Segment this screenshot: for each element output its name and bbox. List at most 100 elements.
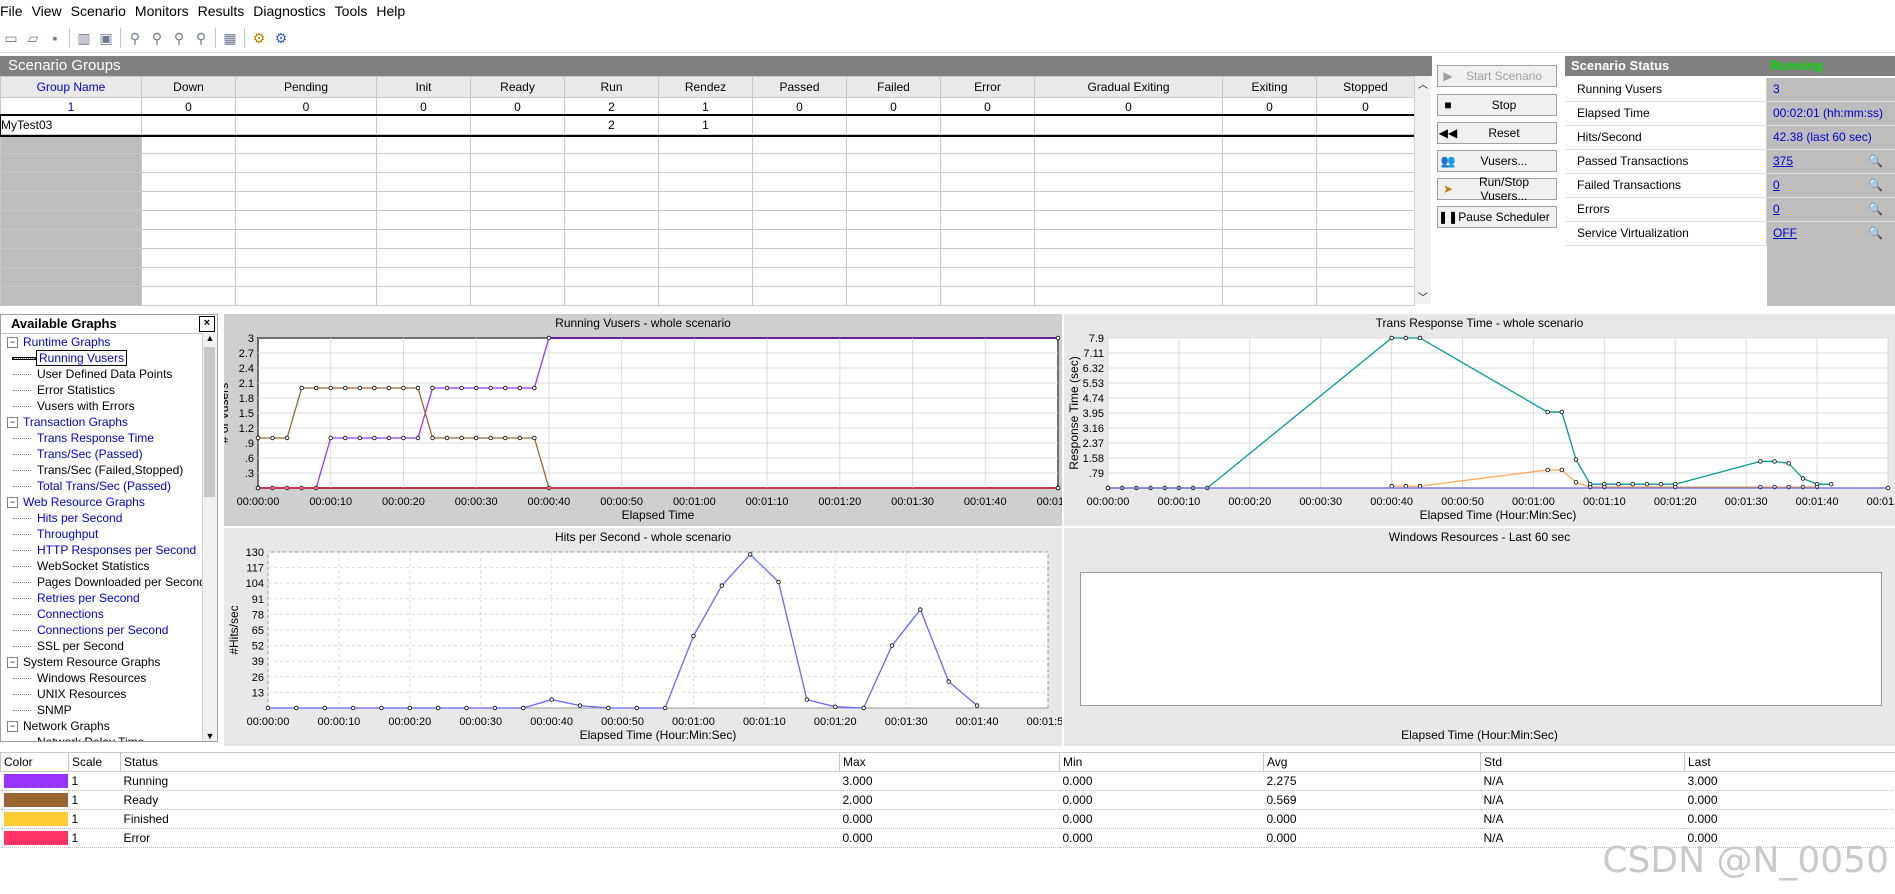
data-point[interactable] (1403, 335, 1409, 341)
data-point[interactable] (549, 697, 554, 702)
data-point[interactable] (776, 579, 781, 585)
scroll-up-icon[interactable]: ▲ (203, 333, 217, 343)
graph-tree-scrollbar[interactable]: ▲ ▼ (202, 333, 217, 741)
data-point[interactable] (1885, 485, 1891, 491)
tree-category[interactable]: − Transaction Graphs (1, 414, 217, 430)
data-point[interactable] (488, 385, 493, 391)
data-point[interactable] (328, 435, 333, 441)
legend-row[interactable]: 1 Finished 0.000 0.000 0.000 N/A 0.000 (0, 809, 1895, 829)
col-error[interactable]: Error (940, 76, 1035, 98)
menu-diagnostics[interactable]: Diagnostics (251, 0, 332, 22)
scenario-groups-scrollbar[interactable]: ︿ ﹀ (1414, 76, 1431, 304)
data-point[interactable] (322, 705, 327, 711)
data-point[interactable] (918, 607, 923, 612)
data-point[interactable] (804, 697, 810, 702)
data-point[interactable] (1644, 482, 1650, 487)
tree-leaf-item[interactable]: Vusers with Errors (1, 398, 217, 414)
magnifier-icon[interactable]: 🔍 (1868, 174, 1883, 197)
group-name-cell[interactable]: MyTest03 (0, 115, 142, 135)
legend-col-last[interactable]: Last (1684, 752, 1895, 772)
legend-col-status[interactable]: Status (120, 752, 840, 772)
data-point[interactable] (1829, 482, 1834, 487)
tree-category[interactable]: − Runtime Graphs (1, 334, 217, 350)
collapse-icon[interactable]: − (7, 497, 18, 509)
col-stopped[interactable]: Stopped (1316, 76, 1415, 98)
run-stop-vusers-button[interactable]: ➤ Run/Stop Vusers... (1437, 175, 1557, 203)
data-point[interactable] (270, 435, 275, 441)
data-point[interactable] (459, 385, 464, 391)
data-point[interactable] (532, 385, 537, 391)
start-scenario-button[interactable]: ▶ Start Scenario (1437, 65, 1557, 87)
errors-link[interactable]: 0 (1773, 202, 1780, 216)
data-point[interactable] (372, 435, 377, 441)
data-point[interactable] (833, 704, 838, 709)
run-vuser4-icon[interactable]: ⚲ (190, 27, 212, 49)
menu-help[interactable]: Help (374, 0, 412, 22)
legend-col-scale[interactable]: Scale (68, 752, 121, 772)
data-point[interactable] (473, 385, 479, 391)
data-point[interactable] (1800, 476, 1806, 481)
data-point[interactable] (1573, 457, 1579, 462)
data-point[interactable] (488, 435, 493, 441)
magnifier-icon[interactable]: 🔍 (1868, 150, 1883, 173)
design-icon[interactable]: ▥ (73, 27, 95, 49)
legend-col-color[interactable]: Color (0, 752, 69, 772)
data-point[interactable] (606, 705, 611, 711)
data-point[interactable] (634, 705, 639, 711)
data-point[interactable] (517, 435, 523, 441)
data-point[interactable] (546, 335, 552, 341)
data-point[interactable] (503, 435, 508, 441)
scroll-down-icon[interactable]: ▼ (203, 731, 217, 741)
color-swatch[interactable] (3, 793, 68, 807)
tree-leaf-item[interactable]: SSL per Second (1, 638, 217, 654)
data-point[interactable] (1545, 409, 1550, 415)
col-pending[interactable]: Pending (235, 76, 377, 98)
data-point[interactable] (1573, 480, 1579, 485)
vusers-button[interactable]: 👥 Vusers... (1437, 150, 1557, 172)
menu-results[interactable]: Results (196, 0, 252, 22)
tree-leaf-item[interactable]: Error Statistics (1, 382, 217, 398)
run-vuser2-icon[interactable]: ⚲ (146, 27, 168, 49)
data-point[interactable] (444, 385, 450, 391)
data-point[interactable] (861, 705, 866, 711)
tree-leaf-item[interactable]: Total Trans/Sec (Passed) (1, 478, 217, 494)
data-point[interactable] (357, 435, 363, 441)
data-point[interactable] (1055, 485, 1061, 491)
tree-category[interactable]: − Network Graphs (1, 718, 217, 734)
data-point[interactable] (521, 705, 526, 711)
data-point[interactable] (294, 705, 299, 711)
data-point[interactable] (1616, 482, 1621, 487)
pause-scheduler-button[interactable]: ❚❚ Pause Scheduler (1437, 206, 1557, 228)
legend-row[interactable]: 1 Ready 2.000 0.000 0.569 N/A 0.000 (0, 790, 1895, 810)
color-swatch[interactable] (3, 812, 68, 826)
tree-leaf-item[interactable]: Connections per Second (1, 622, 217, 638)
tree-leaf-item[interactable]: WebSocket Statistics (1, 558, 217, 574)
tree-category[interactable]: − System Resource Graphs (1, 654, 217, 670)
data-point[interactable] (1417, 335, 1423, 341)
magnifier-icon[interactable]: 🔍 (1868, 198, 1883, 221)
data-point[interactable] (299, 385, 304, 391)
menu-monitors[interactable]: Monitors (133, 0, 196, 22)
data-point[interactable] (1559, 409, 1565, 415)
collapse-icon[interactable]: − (7, 337, 18, 349)
tree-leaf-item[interactable]: Connections (1, 606, 217, 622)
tree-leaf-item[interactable]: Running Vusers (1, 350, 217, 366)
passed-transactions-link[interactable]: 375 (1773, 154, 1793, 168)
tree-leaf-item[interactable]: Pages Downloaded per Second (1, 574, 217, 590)
data-point[interactable] (1630, 482, 1635, 487)
col-group-name[interactable]: Group Name (0, 76, 142, 98)
menu-view[interactable]: View (30, 0, 69, 22)
collapse-icon[interactable]: − (7, 417, 18, 429)
legend-col-std[interactable]: Std (1480, 752, 1685, 772)
tree-leaf-item[interactable]: Hits per Second (1, 510, 217, 526)
menu-scenario[interactable]: Scenario (69, 0, 133, 22)
trans-response-time-graph[interactable]: Trans Response Time - whole scenario 7.9… (1064, 314, 1895, 526)
data-point[interactable] (473, 435, 479, 441)
data-point[interactable] (284, 435, 290, 441)
data-point[interactable] (401, 385, 406, 391)
data-point[interactable] (1389, 335, 1394, 341)
tree-leaf-item[interactable]: Trans Response Time (1, 430, 217, 446)
tree-leaf-item[interactable]: Trans/Sec (Failed,Stopped) (1, 462, 217, 478)
data-point[interactable] (255, 485, 261, 491)
data-point[interactable] (1105, 485, 1111, 491)
